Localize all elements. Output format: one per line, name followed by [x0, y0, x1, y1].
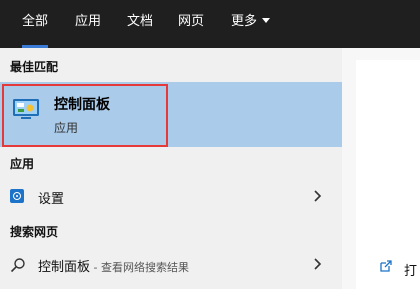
tab-more[interactable]: 更多: [231, 0, 271, 48]
tab-more-label: 更多: [231, 14, 258, 29]
section-best-match: 最佳匹配: [10, 60, 59, 74]
chevron-down-icon: [262, 18, 271, 23]
chevron-right-icon[interactable]: [312, 258, 322, 270]
preview-panel: [342, 48, 420, 289]
open-action-label[interactable]: 打: [404, 260, 417, 279]
web-search-suffix: - 查看网络搜索结果: [90, 261, 189, 274]
chevron-right-icon[interactable]: [312, 190, 322, 202]
search-icon: [10, 258, 25, 273]
highlight-box: [2, 84, 168, 147]
tab-all[interactable]: 全部: [22, 0, 49, 48]
preview-card: [356, 60, 420, 289]
tab-web[interactable]: 网页: [178, 0, 204, 48]
tab-all-label: 全部: [22, 14, 49, 29]
tab-documents-label: 文档: [127, 14, 154, 29]
section-web-search: 搜索网页: [10, 225, 59, 239]
best-match-item[interactable]: 控制面板 应用: [0, 82, 342, 147]
tab-documents[interactable]: 文档: [127, 0, 153, 48]
web-search-item[interactable]: 控制面板 - 查看网络搜索结果: [0, 248, 342, 280]
section-apps: 应用: [10, 157, 35, 171]
open-icon[interactable]: [378, 258, 394, 274]
search-filter-bar: 全部 应用 文档 网页 更多: [0, 0, 420, 48]
settings-app-label: 设置: [38, 192, 65, 207]
tab-apps[interactable]: 应用: [75, 0, 101, 48]
results-list: 最佳匹配 控制面板 应用 应用 设置 搜索网页 控制面板 - 查看网络搜索结果: [0, 48, 342, 289]
web-search-label: 控制面板 - 查看网络搜索结果: [38, 256, 189, 275]
tab-apps-label: 应用: [75, 14, 102, 29]
web-search-query: 控制面板: [38, 260, 91, 275]
settings-app-item[interactable]: 设置: [0, 180, 342, 212]
tab-web-label: 网页: [178, 14, 205, 29]
gear-icon: [10, 189, 24, 203]
